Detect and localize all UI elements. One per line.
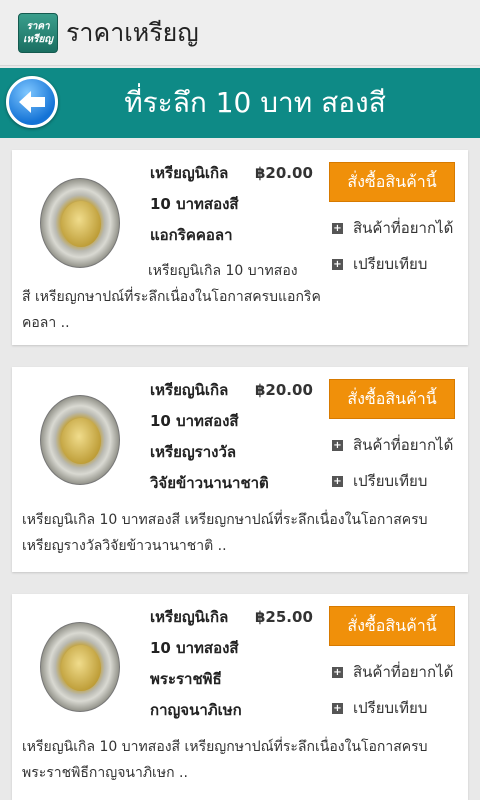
product-card[interactable]: เหรียญนิเกิล 10 บาทสองสี เหรียญรางวัล วิ… bbox=[12, 367, 468, 572]
back-button[interactable] bbox=[6, 76, 58, 128]
app-title: ราคาเหรียญ bbox=[66, 17, 199, 47]
product-name-line: 10 บาทสองสี bbox=[150, 195, 239, 213]
plus-icon: + bbox=[332, 439, 343, 451]
product-description-wrap: สี เหรียญกษาปณ์ที่ระลึกเนื่องในโอกาสครบแ… bbox=[22, 284, 462, 336]
product-name-line: วิจัยข้าวนานาชาติ bbox=[150, 474, 269, 492]
logo-text-2: เหรียญ bbox=[23, 33, 53, 45]
product-name-line: พระราชพิธี bbox=[150, 670, 222, 688]
plus-icon: + bbox=[332, 666, 343, 678]
product-price: ฿20.00 bbox=[255, 164, 313, 182]
wishlist-button[interactable]: + สินค้าที่อยากได้ bbox=[332, 660, 453, 684]
description-line: เหรียญนิเกิล 10 บาทสองสี เหรียญกษาปณ์ที่… bbox=[22, 512, 428, 528]
description-line: เหรียญนิเกิล 10 บาทสอง bbox=[148, 263, 298, 279]
page-header: ที่ระลึก 10 บาท สองสี bbox=[0, 68, 480, 138]
description-line: คอลา .. bbox=[22, 315, 70, 331]
product-description: เหรียญนิเกิล 10 บาทสองสี เหรียญกษาปณ์ที่… bbox=[22, 734, 462, 786]
coin-image[interactable] bbox=[40, 178, 120, 268]
app-logo-icon: ราคา เหรียญ bbox=[18, 12, 58, 53]
wishlist-label: สินค้าที่อยากได้ bbox=[353, 663, 454, 681]
product-price: ฿25.00 bbox=[255, 608, 313, 626]
product-description: เหรียญนิเกิล 10 บาทสองสี เหรียญกษาปณ์ที่… bbox=[22, 507, 462, 559]
product-description: เหรียญนิเกิล 10 บาทสอง bbox=[148, 258, 448, 284]
wishlist-button[interactable]: + สินค้าที่อยากได้ bbox=[332, 216, 453, 240]
product-name-line: แอกริคคอลา bbox=[150, 226, 233, 244]
product-name-line: 10 บาทสองสี bbox=[150, 412, 239, 430]
product-name[interactable]: เหรียญนิเกิล 10 บาทสองสี แอกริคคอลา bbox=[150, 158, 260, 251]
logo-text-1: ราคา bbox=[26, 20, 50, 32]
product-name-line: กาญจนาภิเษก bbox=[150, 701, 242, 719]
compare-button[interactable]: + เปรียบเทียบ bbox=[332, 469, 427, 493]
product-name[interactable]: เหรียญนิเกิล 10 บาทสองสี พระราชพิธี กาญจ… bbox=[150, 602, 260, 726]
coin-center bbox=[61, 645, 101, 691]
compare-label: เปรียบเทียบ bbox=[353, 699, 428, 717]
wishlist-label: สินค้าที่อยากได้ bbox=[353, 219, 454, 237]
product-name-line: เหรียญรางวัล bbox=[150, 443, 237, 461]
wishlist-button[interactable]: + สินค้าที่อยากได้ bbox=[332, 433, 453, 457]
coin-center bbox=[61, 418, 101, 464]
product-card[interactable]: เหรียญนิเกิล 10 บาทสองสี พระราชพิธี กาญจ… bbox=[12, 594, 468, 800]
description-line: เหรียญนิเกิล 10 บาทสองสี เหรียญกษาปณ์ที่… bbox=[22, 739, 428, 755]
plus-icon: + bbox=[332, 222, 343, 234]
compare-button[interactable]: + เปรียบเทียบ bbox=[332, 696, 427, 720]
plus-icon: + bbox=[332, 475, 343, 487]
back-arrow-icon bbox=[19, 91, 45, 113]
app-bar: ราคา เหรียญ ราคาเหรียญ bbox=[0, 0, 480, 66]
product-name-line: 10 บาทสองสี bbox=[150, 639, 239, 657]
compare-label: เปรียบเทียบ bbox=[353, 472, 428, 490]
coin-image[interactable] bbox=[40, 395, 120, 485]
order-button[interactable]: สั่งซื้อสินค้านี้ bbox=[329, 162, 455, 202]
product-card[interactable]: เหรียญนิเกิล 10 บาทสองสี แอกริคคอลา ฿20.… bbox=[12, 150, 468, 345]
coin-image[interactable] bbox=[40, 622, 120, 712]
order-button[interactable]: สั่งซื้อสินค้านี้ bbox=[329, 379, 455, 419]
product-name-line: เหรียญนิเกิล bbox=[150, 164, 229, 182]
order-button[interactable]: สั่งซื้อสินค้านี้ bbox=[329, 606, 455, 646]
wishlist-label: สินค้าที่อยากได้ bbox=[353, 436, 454, 454]
description-line: เหรียญรางวัลวิจัยข้าวนานาชาติ .. bbox=[22, 538, 227, 554]
plus-icon: + bbox=[332, 702, 343, 714]
description-line: พระราชพิธีกาญจนาภิเษก .. bbox=[22, 765, 188, 781]
description-line: สี เหรียญกษาปณ์ที่ระลึกเนื่องในโอกาสครบแ… bbox=[22, 289, 321, 305]
coin-center bbox=[61, 201, 101, 247]
product-price: ฿20.00 bbox=[255, 381, 313, 399]
page-title: ที่ระลึก 10 บาท สองสี bbox=[124, 86, 386, 119]
product-name-line: เหรียญนิเกิล bbox=[150, 608, 229, 626]
